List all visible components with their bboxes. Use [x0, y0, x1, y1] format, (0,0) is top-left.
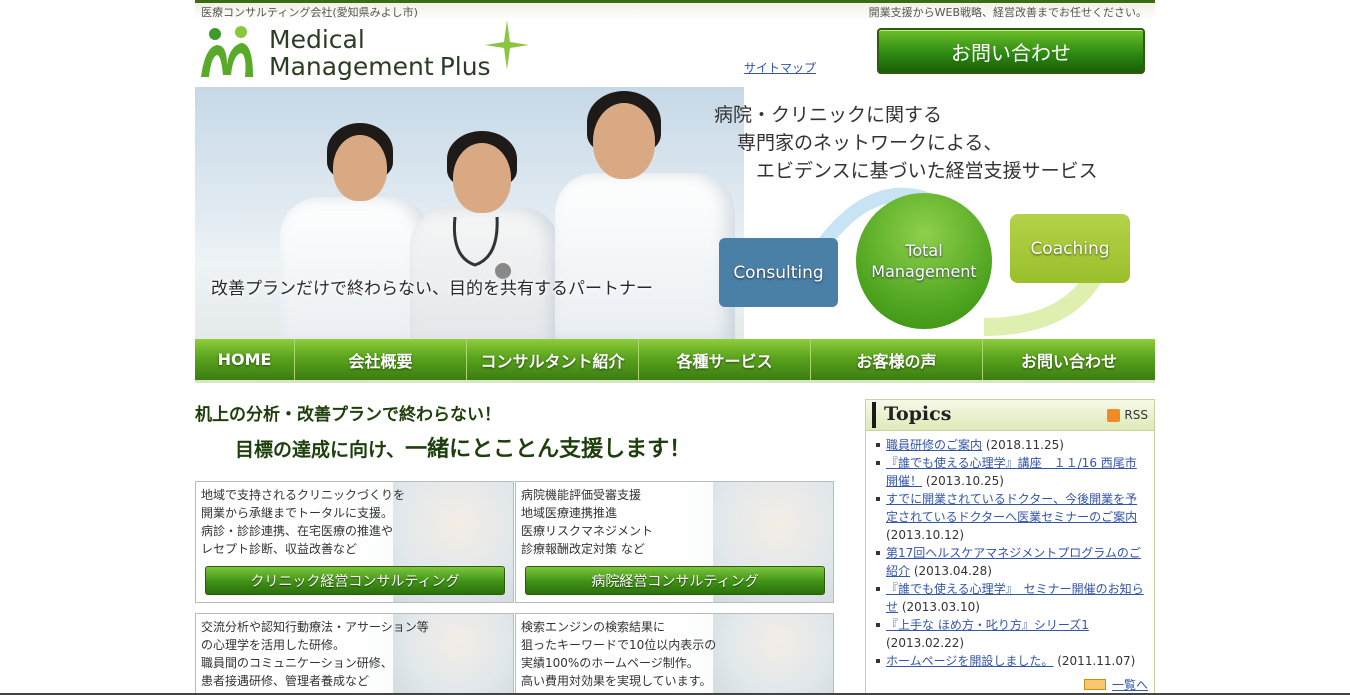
- topic-item: 職員研修のご案内 (2018.11.25): [874, 436, 1148, 454]
- hero-tagline-1: 病院・クリニックに関する: [714, 104, 943, 126]
- logo-word-medical: Medical: [269, 25, 365, 54]
- management-label: Management: [871, 262, 977, 281]
- hospital-consulting-button[interactable]: 病院経営コンサルティング: [525, 566, 825, 595]
- topic-link[interactable]: ホームページを開設しました。: [886, 654, 1053, 668]
- laptop-image: [713, 614, 833, 694]
- training-card: 交流分析や認知行動療法・アサーション等 の心理学を活用した研修。 職員間のコミュ…: [195, 613, 514, 695]
- hero-caption: 改善プランだけで終わらない、目的を共有するパートナー: [211, 279, 653, 299]
- topic-link[interactable]: 『上手な ほめ方・叱り方』シリーズ1: [886, 618, 1089, 632]
- total-label: Total: [905, 241, 943, 260]
- card-text: 交流分析や認知行動療法・アサーション等 の心理学を活用した研修。 職員間のコミュ…: [201, 620, 429, 688]
- total-management-circle: Total Management: [856, 193, 992, 329]
- rss-icon: [1107, 408, 1121, 422]
- lead-heading-2b: 一緒にとことん支援します！: [405, 437, 692, 462]
- topics-header: Topics RSS: [866, 400, 1154, 431]
- topic-item: 『誰でも使える心理学』講座 １１/16 西尾市開催！ (2013.10.25): [874, 454, 1148, 490]
- logo-text: Medical Management Plus: [269, 26, 491, 80]
- topic-date: (2013.03.10): [901, 600, 980, 614]
- topics-list: 職員研修のご案内 (2018.11.25) 『誰でも使える心理学』講座 １１/1…: [866, 431, 1154, 670]
- lead-heading-1: 机上の分析・改善プランで終わらない！: [195, 405, 501, 425]
- topic-item: 『誰でも使える心理学』 セミナー開催のお知らせ (2013.03.10): [874, 580, 1148, 616]
- main-nav: HOME 会社概要 コンサルタント紹介 各種サービス お客様の声 お問い合わせ: [195, 339, 1155, 383]
- company-description: 医療コンサルティング会社(愛知県みよし市): [201, 6, 418, 19]
- nav-consultants[interactable]: コンサルタント紹介: [467, 339, 639, 380]
- doctors-photo: 改善プランだけで終わらない、目的を共有するパートナー: [195, 87, 744, 339]
- topics-more-link[interactable]: 一覧へ: [1083, 676, 1148, 693]
- card-text: 検索エンジンの検索結果に 狙ったキーワードで10位以内表示の 実績100%のホー…: [521, 620, 717, 688]
- clinic-consulting-card: 地域で支持されるクリニックづくりを 開業から承継までトータルに支援。 病診・診診…: [195, 481, 514, 603]
- subheader: 医療コンサルティング会社(愛知県みよし市) 開業支援からWEB戦略、経営改善まで…: [195, 3, 1155, 21]
- card-text: 病院機能評価受審支援 地域医療連携推進 医療リスクマネジメント 診療報酬改定対策…: [521, 488, 654, 556]
- service-catchphrase: 開業支援からWEB戦略、経営改善までお任せください。: [868, 6, 1147, 19]
- coaching-badge: Coaching: [1010, 214, 1130, 283]
- nav-contact[interactable]: お問い合わせ: [983, 339, 1155, 380]
- topics-accent-bar: [872, 402, 876, 428]
- rss-link[interactable]: RSS: [1107, 408, 1148, 422]
- topic-date: (2013.10.12): [886, 528, 965, 542]
- clinic-consulting-button[interactable]: クリニック経営コンサルティング: [205, 566, 505, 595]
- topics-panel: Topics RSS 職員研修のご案内 (2018.11.25) 『誰でも使える…: [865, 399, 1155, 695]
- more-label: 一覧へ: [1111, 678, 1148, 692]
- lead-heading-2a: 目標の達成に向け、: [235, 439, 406, 461]
- nav-home[interactable]: HOME: [195, 339, 295, 380]
- contact-button[interactable]: お問い合わせ: [877, 28, 1145, 74]
- topic-date: (2018.11.25): [985, 438, 1064, 452]
- nav-company[interactable]: 会社概要: [295, 339, 467, 380]
- page: 医療コンサルティング会社(愛知県みよし市) 開業支援からWEB戦略、経営改善まで…: [195, 0, 1155, 695]
- topic-link[interactable]: 職員研修のご案内: [886, 438, 982, 452]
- rss-label: RSS: [1124, 408, 1148, 422]
- logo-word-plus: Plus: [439, 52, 491, 81]
- topic-item: ホームページを開設しました。 (2011.11.07): [874, 652, 1148, 670]
- card-text: 地域で支持されるクリニックづくりを 開業から承継までトータルに支援。 病診・診診…: [201, 488, 406, 556]
- lead-heading-2: 目標の達成に向け、一緒にとことん支援します！: [235, 431, 691, 463]
- topic-date: (2013.02.22): [886, 636, 965, 650]
- topic-item: 『上手な ほめ方・叱り方』シリーズ1 (2013.02.22): [874, 616, 1148, 652]
- topic-item: 第17回ヘルスケアマネジメントプログラムのご紹介 (2013.04.28): [874, 544, 1148, 580]
- topic-link[interactable]: すでに開業されているドクター、今後開業を予定されているドクターへ医業セミナーのご…: [886, 492, 1137, 524]
- consulting-badge: Consulting: [719, 238, 838, 307]
- sitemap-link[interactable]: サイトマップ: [744, 59, 816, 76]
- hospital-consulting-card: 病院機能評価受審支援 地域医療連携推進 医療リスクマネジメント 診療報酬改定対策…: [515, 481, 834, 603]
- logo-people-icon: [201, 26, 253, 77]
- logo-word-management: Management: [269, 52, 434, 81]
- web-production-card: 検索エンジンの検索結果に 狙ったキーワードで10位以内表示の 実績100%のホー…: [515, 613, 834, 695]
- sparkle-star-icon: [484, 20, 529, 70]
- header: Medical Management Plus サイトマップ お問い合わせ: [195, 20, 1155, 87]
- topic-date: (2013.10.25): [925, 474, 1004, 488]
- nav-testimonials[interactable]: お客様の声: [811, 339, 983, 380]
- topic-date: (2013.04.28): [913, 564, 992, 578]
- hero-banner: 改善プランだけで終わらない、目的を共有するパートナー 病院・クリニックに関する …: [195, 87, 1155, 339]
- topic-link[interactable]: 『誰でも使える心理学』講座 １１/16 西尾市開催！: [886, 456, 1137, 488]
- hero-tagline-area: 病院・クリニックに関する 専門家のネットワークによる、 エビデンスに基づいた経営…: [714, 87, 1155, 339]
- arrow-icon: [1083, 679, 1106, 690]
- hero-tagline-3: エビデンスに基づいた経営支援サービス: [756, 160, 1098, 182]
- topic-item: すでに開業されているドクター、今後開業を予定されているドクターへ医業セミナーのご…: [874, 490, 1148, 544]
- topics-title: Topics: [884, 403, 952, 425]
- nav-services[interactable]: 各種サービス: [639, 339, 811, 380]
- site-logo[interactable]: Medical Management Plus: [195, 20, 529, 83]
- hero-tagline-2: 専門家のネットワークによる、: [737, 132, 1003, 154]
- topic-date: (2011.11.07): [1057, 654, 1136, 668]
- service-cards: 地域で支持されるクリニックづくりを 開業から承継までトータルに支援。 病診・診診…: [195, 481, 835, 695]
